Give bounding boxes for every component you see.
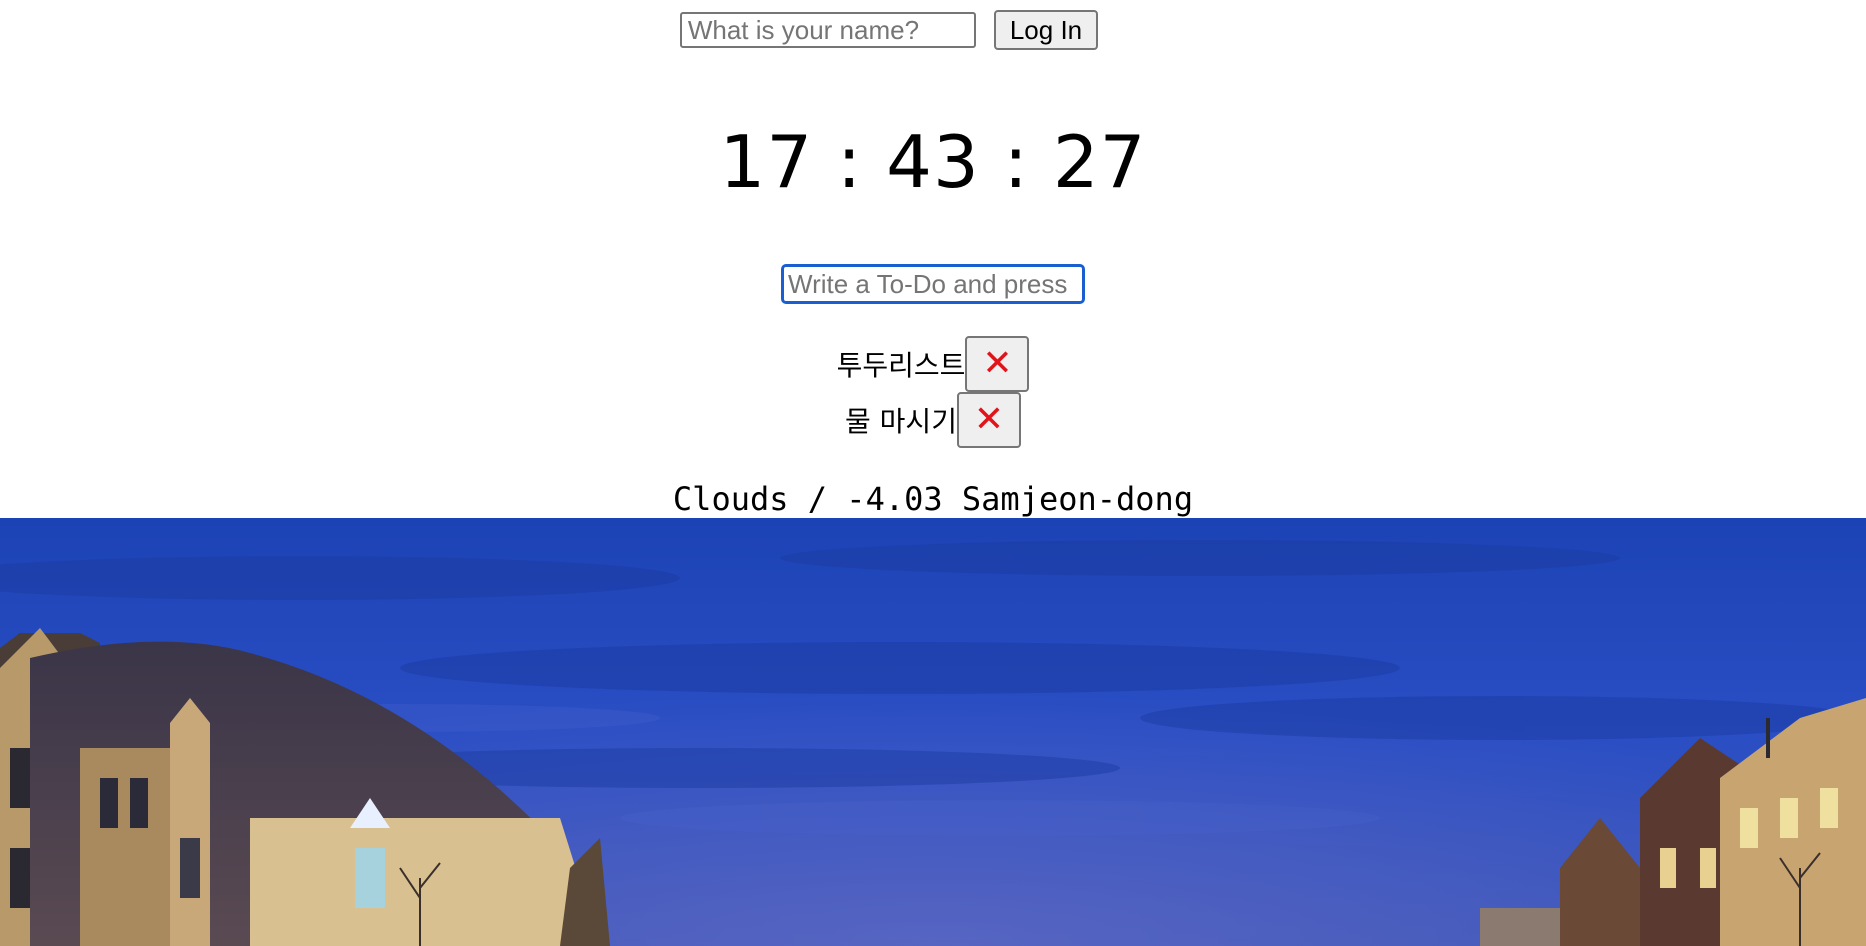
login-form: Log In — [0, 10, 1866, 50]
todo-item: 물 마시기 ✕ — [0, 392, 1866, 448]
todo-item-text: 투두리스트 — [836, 349, 966, 382]
weather-info: Clouds / -4.03 Samjeon-dong — [672, 480, 1194, 518]
todo-input[interactable] — [781, 264, 1085, 304]
delete-todo-button[interactable]: ✕ — [965, 336, 1030, 392]
close-icon: ✕ — [973, 399, 1005, 440]
name-input[interactable] — [679, 12, 976, 48]
close-icon: ✕ — [982, 343, 1013, 384]
todo-list: 투두리스트 ✕ 물 마시기 ✕ — [0, 336, 1866, 448]
delete-todo-button[interactable]: ✕ — [956, 392, 1021, 448]
login-button[interactable]: Log In — [993, 10, 1099, 50]
todo-item-text: 물 마시기 — [845, 405, 957, 438]
todo-form — [0, 264, 1866, 304]
background-image — [0, 518, 1866, 946]
clock: 17 : 43 : 27 — [719, 120, 1147, 204]
todo-item: 투두리스트 ✕ — [0, 336, 1866, 392]
page: Log In 17 : 43 : 27 투두리스트 ✕ 물 마시기 ✕ Clou… — [0, 0, 1866, 946]
